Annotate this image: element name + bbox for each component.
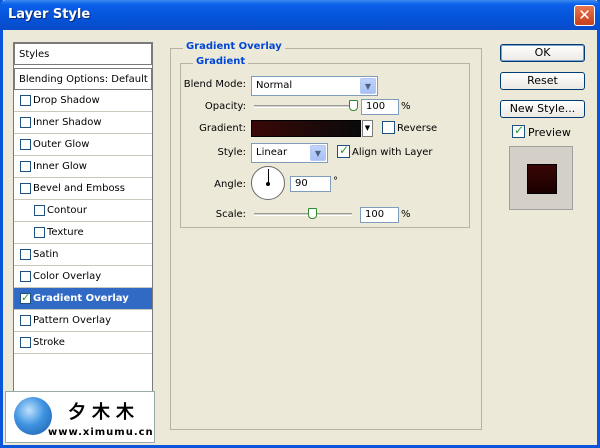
inner-shadow-label: Inner Shadow — [33, 117, 102, 128]
scale-slider-track[interactable] — [254, 213, 352, 216]
preview-checkbox[interactable] — [512, 123, 525, 138]
logo-globe-icon — [14, 397, 52, 435]
angle-center-dot — [266, 182, 270, 186]
texture-label: Texture — [47, 227, 84, 238]
gradient-picker-arrow-icon[interactable]: ▼ — [362, 120, 373, 137]
close-button[interactable]: ✕ — [574, 5, 595, 26]
logo-text: 夕木木 — [68, 402, 140, 423]
color-overlay-label: Color Overlay — [33, 271, 102, 282]
drop-shadow-checkbox[interactable] — [20, 95, 31, 106]
gradient-overlay-label: Gradient Overlay — [33, 293, 129, 304]
angle-dial[interactable] — [251, 166, 285, 200]
gradient-label: Gradient: — [199, 123, 246, 134]
style-item-inner-shadow[interactable]: Inner Shadow — [14, 112, 152, 134]
ok-button[interactable]: OK — [500, 44, 585, 62]
angle-label: Angle: — [214, 179, 246, 190]
preview-label: Preview — [528, 126, 571, 139]
styles-header[interactable]: Styles — [14, 43, 152, 65]
opacity-slider-track[interactable] — [254, 105, 354, 108]
bevel-and-emboss-checkbox[interactable] — [20, 183, 31, 194]
satin-checkbox[interactable] — [20, 249, 31, 260]
chevron-down-icon[interactable]: ▼ — [310, 145, 326, 161]
bevel-and-emboss-label: Bevel and Emboss — [33, 183, 125, 194]
style-item-pattern-overlay[interactable]: Pattern Overlay — [14, 310, 152, 332]
blending-options-item[interactable]: Blending Options: Default — [14, 68, 152, 90]
style-item-texture[interactable]: Texture — [14, 222, 152, 244]
scale-label: Scale: — [215, 209, 246, 220]
outer-glow-checkbox[interactable] — [20, 139, 31, 150]
stroke-label: Stroke — [33, 337, 65, 348]
style-label: Style: — [217, 147, 247, 158]
style-value: Linear — [256, 147, 288, 158]
style-item-color-overlay[interactable]: Color Overlay — [14, 266, 152, 288]
angle-unit: ° — [333, 176, 338, 187]
contour-label: Contour — [47, 205, 87, 216]
style-item-outer-glow[interactable]: Outer Glow — [14, 134, 152, 156]
opacity-label: Opacity: — [204, 101, 246, 112]
preview-thumbnail — [509, 146, 573, 210]
gradient-overlay-title: Gradient Overlay — [183, 41, 285, 52]
new-style-button[interactable]: New Style... — [500, 100, 585, 118]
style-item-stroke[interactable]: Stroke — [14, 332, 152, 354]
chevron-down-icon[interactable]: ▼ — [360, 78, 376, 94]
logo-url: www.ximumu.cn — [48, 427, 154, 438]
drop-shadow-label: Drop Shadow — [33, 95, 100, 106]
style-item-contour[interactable]: Contour — [14, 200, 152, 222]
opacity-slider-handle[interactable] — [349, 100, 358, 111]
style-item-inner-glow[interactable]: Inner Glow — [14, 156, 152, 178]
style-item-bevel-and-emboss[interactable]: Bevel and Emboss — [14, 178, 152, 200]
blend-mode-label: Blend Mode: — [183, 79, 246, 90]
gradient-overlay-checkbox[interactable] — [20, 291, 31, 304]
gradient-group-title: Gradient — [193, 56, 249, 67]
scale-input[interactable]: 100 — [360, 207, 399, 223]
stroke-checkbox[interactable] — [20, 337, 31, 348]
preview-swatch — [527, 164, 557, 194]
scale-slider-handle[interactable] — [307, 208, 317, 219]
style-item-gradient-overlay[interactable]: Gradient Overlay — [14, 288, 152, 310]
blending-options-label: Blending Options: Default — [19, 74, 148, 85]
texture-checkbox[interactable] — [34, 227, 45, 238]
reset-button[interactable]: Reset — [500, 72, 585, 90]
opacity-unit: % — [401, 101, 411, 112]
style-item-satin[interactable]: Satin — [14, 244, 152, 266]
inner-glow-checkbox[interactable] — [20, 161, 31, 172]
style-item-drop-shadow[interactable]: Drop Shadow — [14, 90, 152, 112]
opacity-input[interactable]: 100 — [361, 99, 399, 115]
inner-shadow-checkbox[interactable] — [20, 117, 31, 128]
watermark-logo: 夕木木 www.ximumu.cn — [5, 391, 155, 443]
blend-mode-value: Normal — [256, 80, 293, 91]
color-overlay-checkbox[interactable] — [20, 271, 31, 282]
angle-input[interactable]: 90 — [290, 176, 331, 192]
scale-unit: % — [401, 209, 411, 220]
pattern-overlay-label: Pattern Overlay — [33, 315, 112, 326]
reverse-checkbox[interactable] — [382, 121, 395, 134]
reverse-label: Reverse — [397, 123, 438, 134]
align-with-layer-checkbox[interactable] — [337, 143, 350, 158]
blend-mode-select[interactable]: Normal ▼ — [251, 76, 378, 96]
styles-header-label: Styles — [19, 49, 50, 60]
styles-list: Styles Blending Options: Default Drop Sh… — [13, 42, 153, 436]
gradient-swatch[interactable] — [251, 120, 361, 137]
style-select[interactable]: Linear ▼ — [251, 143, 328, 163]
contour-checkbox[interactable] — [34, 205, 45, 216]
satin-label: Satin — [33, 249, 59, 260]
title-bar[interactable]: Layer Style ✕ — [0, 0, 600, 30]
align-with-layer-label: Align with Layer — [352, 147, 433, 158]
outer-glow-label: Outer Glow — [33, 139, 90, 150]
window-title: Layer Style — [8, 7, 91, 22]
pattern-overlay-checkbox[interactable] — [20, 315, 31, 326]
inner-glow-label: Inner Glow — [33, 161, 87, 172]
